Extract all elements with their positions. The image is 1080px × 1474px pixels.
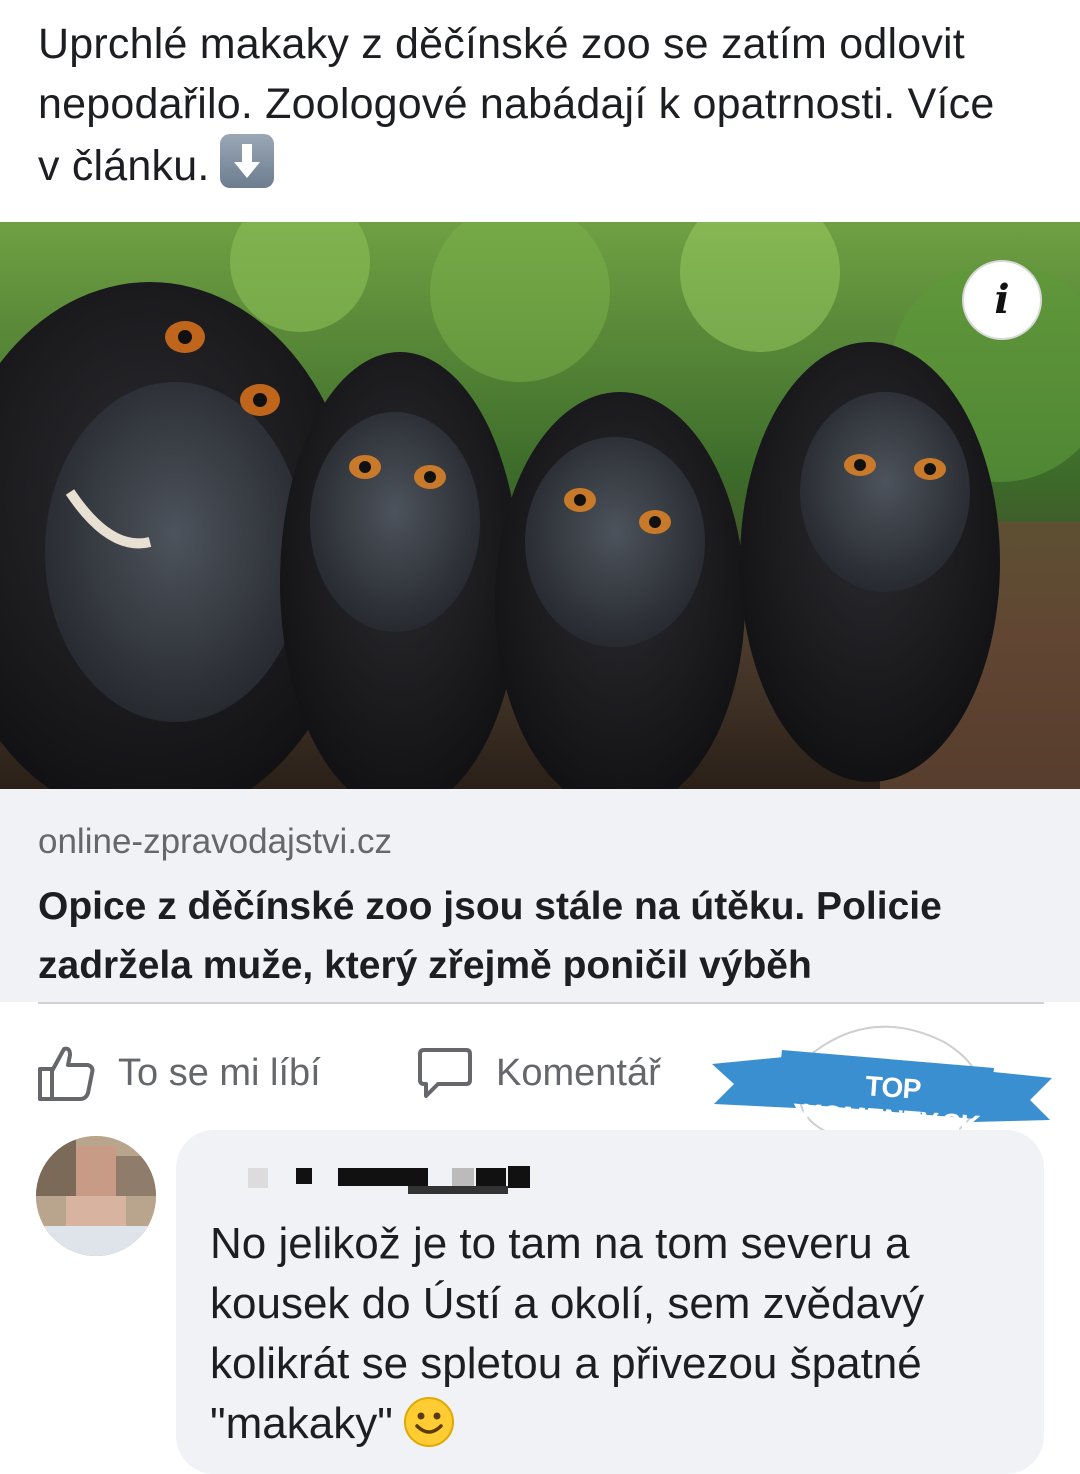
post-text: Uprchlé makaky z děčínské zoo se zatím o… bbox=[38, 14, 1028, 196]
avatar[interactable] bbox=[36, 1136, 156, 1256]
link-preview-card[interactable]: i online-zpravodajstvi.cz Opice z děčíns… bbox=[0, 222, 1080, 1002]
post-text-content: Uprchlé makaky z děčínské zoo se zatím o… bbox=[38, 20, 995, 190]
like-label: To se mi líbí bbox=[118, 1051, 321, 1094]
article-photo[interactable]: i bbox=[0, 222, 1080, 789]
link-domain: online-zpravodajstvi.cz bbox=[38, 822, 393, 861]
comment-text: No jelikož je to tam na tom severu a kou… bbox=[210, 1214, 1030, 1454]
link-title[interactable]: Opice z děčínské zoo jsou stále na útěku… bbox=[38, 877, 1048, 995]
redacted-name-icon bbox=[248, 1166, 530, 1194]
thumbs-up-icon bbox=[38, 1046, 95, 1101]
down-arrow-emoji-icon bbox=[219, 134, 274, 188]
comment-text-content: No jelikož je to tam na tom severu a kou… bbox=[210, 1219, 925, 1448]
comment-button[interactable]: Komentář bbox=[416, 1036, 661, 1110]
divider bbox=[38, 1002, 1044, 1004]
comment-icon bbox=[418, 1048, 472, 1098]
smiley-emoji-icon bbox=[403, 1397, 454, 1447]
info-button[interactable]: i bbox=[962, 260, 1042, 340]
like-button[interactable]: To se mi líbí bbox=[36, 1036, 321, 1110]
comment-label: Komentář bbox=[496, 1051, 661, 1094]
